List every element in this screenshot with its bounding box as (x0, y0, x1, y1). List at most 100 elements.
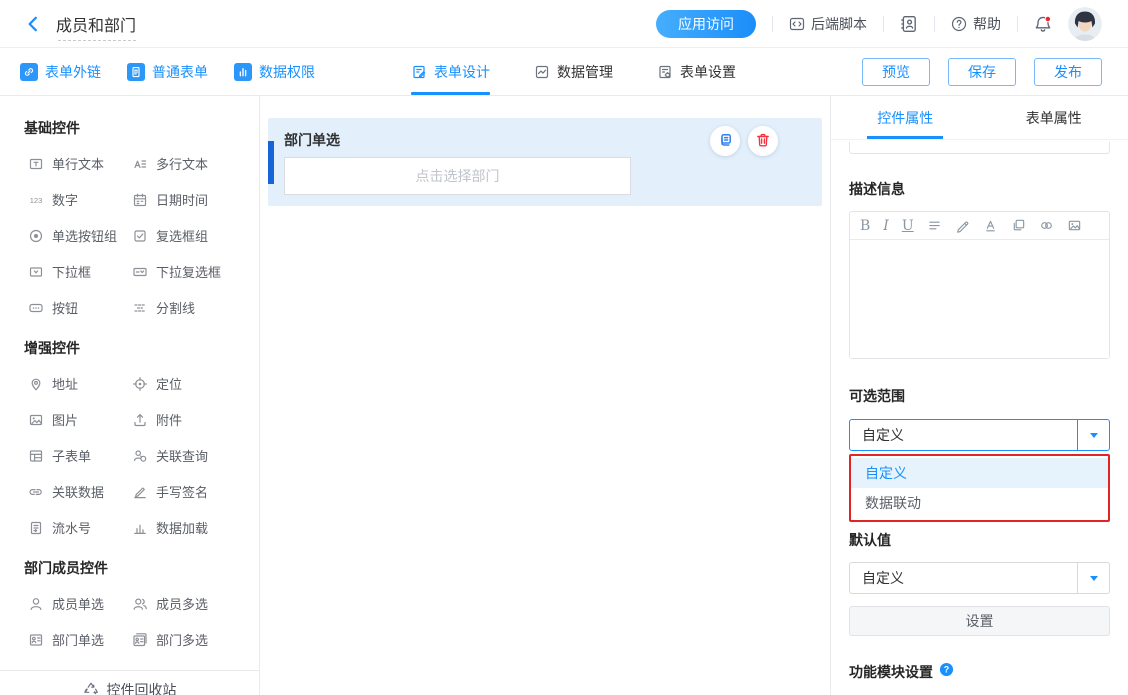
control-item-attachment[interactable]: 附件 (132, 410, 251, 429)
toolbar-item-label: 数据权限 (259, 62, 315, 82)
control-item-serial[interactable]: 流水号 (28, 518, 132, 537)
form-design-icon (411, 64, 427, 80)
control-item-image[interactable]: 图片 (28, 410, 132, 429)
control-item-label: 数据加载 (156, 518, 208, 537)
control-item-select[interactable]: 下拉框 (28, 262, 132, 281)
question-circle-icon[interactable]: ? (939, 662, 954, 682)
control-item-radio[interactable]: 单选按钮组 (28, 226, 132, 245)
control-item-dept-multi[interactable]: 部门多选 (132, 630, 251, 649)
richtext-toolbar: BIU (850, 212, 1109, 240)
default-value-set-button[interactable]: 设置 (849, 606, 1110, 636)
tab-form-design[interactable]: 表单设计 (411, 48, 490, 95)
control-item-textarea[interactable]: 多行文本 (132, 154, 251, 173)
divider-icon (132, 300, 148, 316)
align-icon[interactable] (927, 218, 942, 233)
control-item-input-text[interactable]: 单行文本 (28, 154, 132, 173)
default-value-select[interactable]: 自定义 (849, 562, 1110, 594)
sidebar-section-title: 基础控件 (24, 118, 259, 138)
bars-icon (234, 63, 252, 81)
controls-sidebar: 基础控件单行文本多行文本123数字日期时间单选按钮组复选框组下拉框下拉复选框按钮… (0, 96, 260, 695)
department-picker-input[interactable]: 点击选择部门 (284, 157, 631, 195)
app-access-button[interactable]: 应用访问 (656, 10, 756, 38)
bell-icon (1034, 15, 1052, 33)
control-item-label: 成员多选 (156, 594, 208, 613)
toolbar-item-doc[interactable]: 普通表单 (127, 62, 208, 82)
user-avatar[interactable] (1068, 7, 1102, 41)
tab-control-properties[interactable]: 控件属性 (831, 96, 980, 139)
optional-range-select[interactable]: 自定义 (849, 419, 1110, 451)
link-icon[interactable] (1039, 218, 1054, 233)
control-item-label: 成员单选 (52, 594, 104, 613)
control-item-multiselect[interactable]: 下拉复选框 (132, 262, 251, 281)
image-icon[interactable] (1067, 218, 1082, 233)
sidebar-section-title: 部门成员控件 (24, 558, 259, 578)
number-icon: 123 (28, 192, 44, 208)
contacts-icon (900, 15, 918, 33)
copy-icon[interactable] (1011, 218, 1026, 233)
form-toolbar: 表单外链 普通表单 数据权限 表单设计 数据管理表单设置 预览保存发布 (0, 48, 1128, 96)
chevron-down-icon (1090, 576, 1098, 581)
image-icon (28, 412, 44, 428)
publish-button[interactable]: 发布 (1034, 58, 1102, 86)
page-title-wrap: 成员和部门 (56, 12, 136, 36)
divider (772, 16, 773, 32)
control-item-button[interactable]: 按钮 (28, 298, 132, 317)
save-button[interactable]: 保存 (948, 58, 1016, 86)
control-recycle-bin[interactable]: 控件回收站 (0, 670, 259, 695)
link-icon (20, 63, 38, 81)
italic-icon[interactable]: I (883, 219, 889, 233)
clipped-field[interactable] (849, 142, 1110, 154)
back-button[interactable] (24, 15, 42, 33)
control-item-data-load[interactable]: 数据加载 (132, 518, 251, 537)
help-button[interactable]: 帮助 (951, 14, 1001, 34)
control-item-label: 定位 (156, 374, 182, 393)
control-item-member-single[interactable]: 成员单选 (28, 594, 132, 613)
tab-label: 表单设计 (434, 62, 490, 82)
form-canvas[interactable]: 部门单选 点击选择部门 (260, 96, 830, 695)
control-item-subform[interactable]: 子表单 (28, 446, 132, 465)
linked-query-icon (132, 448, 148, 464)
control-item-signature[interactable]: 手写签名 (132, 482, 251, 501)
description-editor: BIU (849, 211, 1110, 359)
notification-button[interactable] (1034, 15, 1052, 33)
preview-button[interactable]: 预览 (862, 58, 930, 86)
control-item-address[interactable]: 地址 (28, 374, 132, 393)
selected-field-card[interactable]: 部门单选 点击选择部门 (268, 118, 822, 206)
control-item-member-multi[interactable]: 成员多选 (132, 594, 251, 613)
toolbar-item-link[interactable]: 表单外链 (20, 62, 101, 82)
select-icon (28, 264, 44, 280)
control-item-divider[interactable]: 分割线 (132, 298, 251, 317)
delete-field-button[interactable] (748, 126, 778, 156)
chevron-down-icon (1090, 433, 1098, 438)
control-item-checkbox[interactable]: 复选框组 (132, 226, 251, 245)
control-item-datetime[interactable]: 日期时间 (132, 190, 251, 209)
control-item-dept-single[interactable]: 部门单选 (28, 630, 132, 649)
dropdown-option-2[interactable]: 数据联动 (851, 488, 1108, 518)
backend-script-button[interactable]: 后端脚本 (789, 14, 867, 34)
control-item-linked-data[interactable]: 关联数据 (28, 482, 132, 501)
page-title[interactable]: 成员和部门 (56, 18, 136, 35)
toolbar-item-bars[interactable]: 数据权限 (234, 62, 315, 82)
control-item-label: 部门单选 (52, 630, 104, 649)
contacts-button[interactable] (900, 15, 918, 33)
help-label: 帮助 (973, 14, 1001, 34)
bold-icon[interactable]: B (860, 219, 870, 233)
underline-icon[interactable]: U (902, 219, 914, 233)
tab-data-manage[interactable]: 数据管理 (534, 48, 613, 95)
control-item-label: 部门多选 (156, 630, 208, 649)
control-item-number[interactable]: 123数字 (28, 190, 132, 209)
sidebar-sections: 基础控件单行文本多行文本123数字日期时间单选按钮组复选框组下拉框下拉复选框按钮… (0, 118, 259, 649)
control-item-position[interactable]: 定位 (132, 374, 251, 393)
font-color-icon[interactable] (983, 218, 998, 233)
signature-icon (132, 484, 148, 500)
control-item-linked-query[interactable]: 关联查询 (132, 446, 251, 465)
dropdown-option-1[interactable]: 自定义 (851, 458, 1108, 488)
sidebar-section-title: 增强控件 (24, 338, 259, 358)
pencil-icon[interactable] (955, 218, 970, 233)
tab-form-properties[interactable]: 表单属性 (980, 96, 1128, 139)
tab-form-settings[interactable]: 表单设置 (657, 48, 736, 95)
dept-single-icon (28, 632, 44, 648)
form-view-tabs: 表单设计 数据管理表单设置 (411, 48, 736, 95)
copy-field-button[interactable] (710, 126, 740, 156)
richtext-content[interactable] (850, 240, 1109, 358)
